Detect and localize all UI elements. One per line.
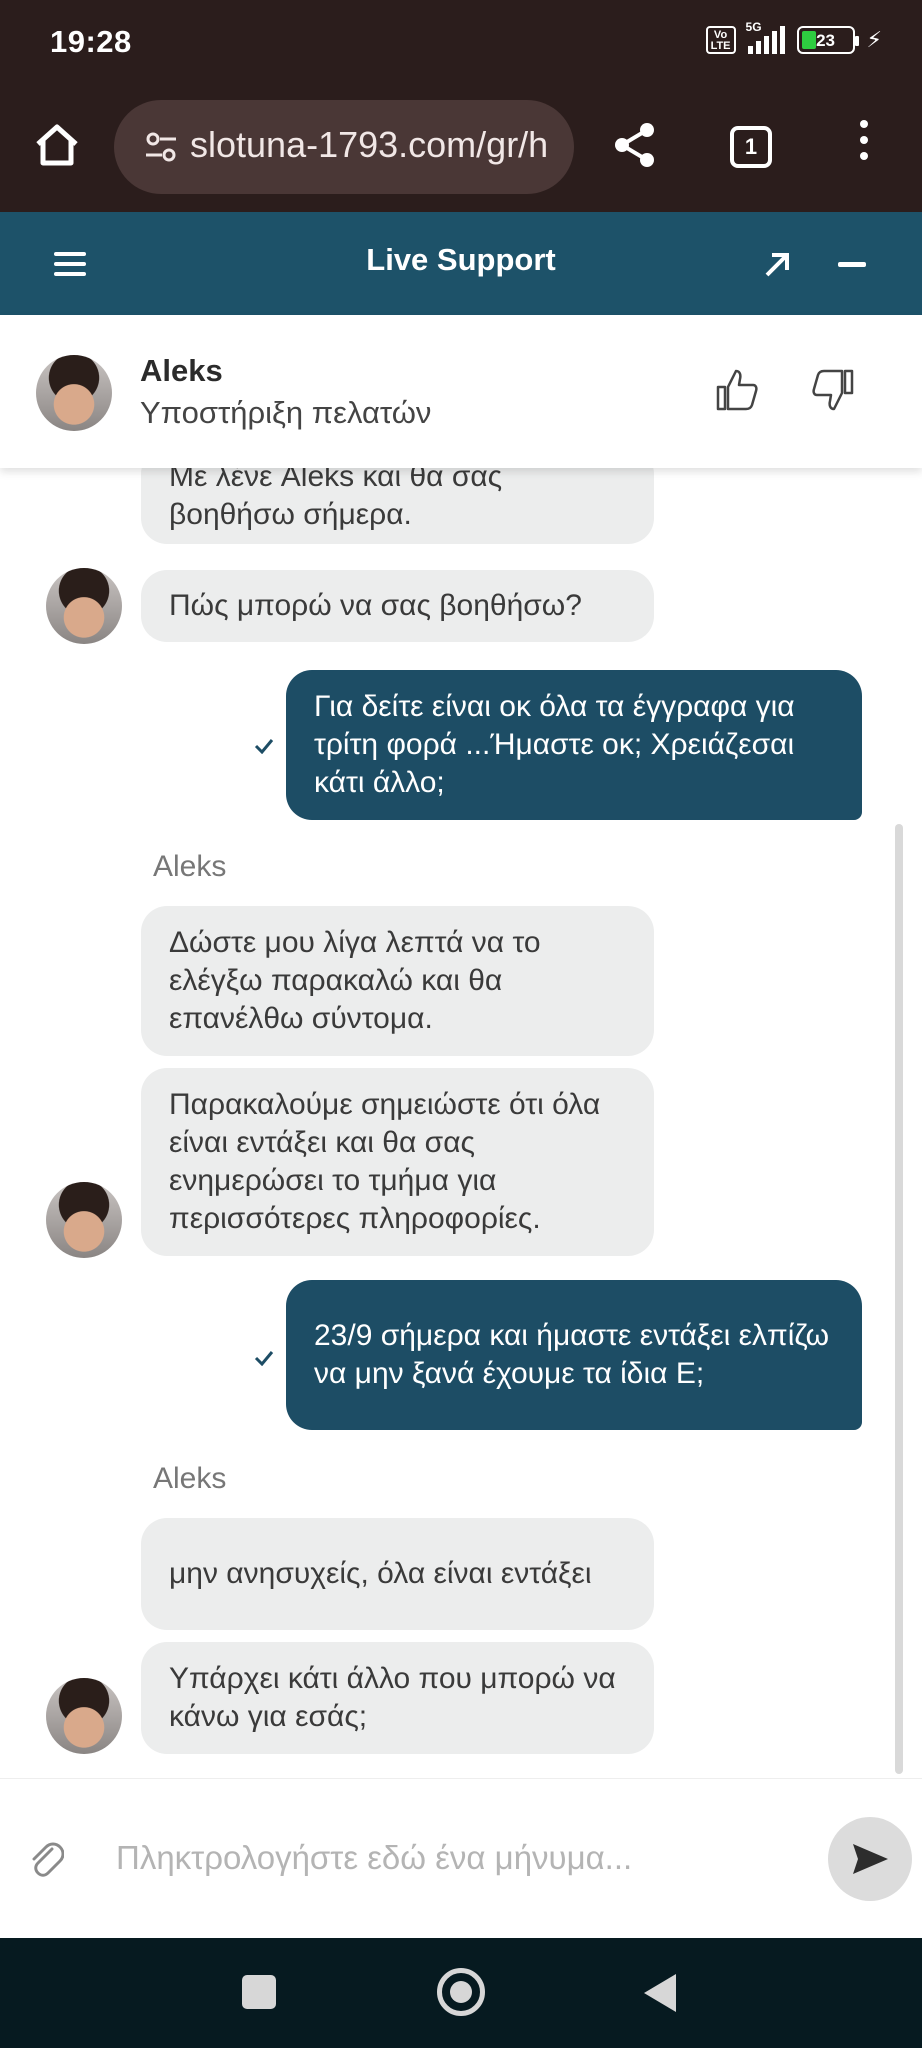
thumb-down-icon[interactable] [810, 367, 856, 413]
message-list[interactable]: Με λένε Aleks και θα σας βοηθήσω σήμερα.… [0, 468, 922, 1778]
agent-avatar [46, 1182, 122, 1258]
agent-info-bar: Aleks Υποστήριξη πελατών [0, 315, 922, 468]
expand-icon[interactable] [760, 248, 794, 282]
agent-message: μην ανησυχείς, όλα είναι εντάξει [141, 1518, 654, 1630]
sender-name: Aleks [153, 850, 227, 883]
recents-icon[interactable] [242, 1975, 276, 2009]
tune-icon[interactable] [144, 130, 178, 164]
signal-icon: 5G [746, 20, 785, 54]
minimize-icon[interactable] [838, 262, 866, 267]
agent-message: Παρακαλούμε σημειώστε ότι όλα είναι εντά… [141, 1068, 654, 1256]
home-icon[interactable] [30, 118, 84, 172]
status-time: 19:28 [50, 24, 132, 59]
user-message: Για δείτε είναι οκ όλα τα έγγραφα για τρ… [286, 670, 862, 820]
chat-header: Live Support [0, 212, 922, 315]
attach-icon[interactable] [28, 1839, 64, 1879]
check-icon [254, 739, 274, 754]
sender-name: Aleks [153, 1462, 227, 1495]
share-icon[interactable] [608, 118, 662, 172]
url-bar[interactable]: slotuna-1793.com/gr/h [114, 100, 574, 194]
agent-message: Υπάρχει κάτι άλλο που μπορώ να κάνω για … [141, 1642, 654, 1754]
message-input[interactable]: Πληκτρολογήστε εδώ ένα μήνυμα... [116, 1839, 632, 1877]
send-icon [853, 1844, 888, 1874]
charging-icon: ⚡ [866, 27, 882, 52]
agent-message: Δώστε μου λίγα λεπτά να το ελέγξω παρακα… [141, 906, 654, 1056]
browser-toolbar: slotuna-1793.com/gr/h 1 [0, 86, 922, 212]
url-text: slotuna-1793.com/gr/h [190, 124, 549, 165]
battery-icon: 23 [796, 26, 859, 54]
home-nav-icon[interactable] [437, 1968, 485, 2016]
battery-level: 23 [816, 31, 835, 50]
agent-role: Υποστήριξη πελατών [140, 395, 432, 430]
agent-message: Με λένε Aleks και θα σας βοηθήσω σήμερα. [141, 468, 654, 544]
agent-avatar [46, 568, 122, 644]
status-bar: 19:28 Vo LTE 5G 23 ⚡ [0, 0, 922, 86]
scrollbar[interactable] [895, 824, 903, 1774]
agent-avatar [46, 1678, 122, 1754]
status-icons: Vo LTE 5G 23 ⚡ [705, 20, 882, 54]
check-icon [254, 1351, 274, 1366]
back-icon[interactable] [644, 1974, 676, 2012]
agent-avatar [36, 355, 112, 431]
more-vert-icon[interactable] [852, 120, 876, 170]
send-button[interactable] [828, 1817, 912, 1901]
thumb-up-icon[interactable] [714, 367, 760, 413]
system-nav-bar [0, 1938, 922, 2048]
agent-name: Aleks [140, 353, 223, 388]
agent-message: Πώς μπορώ να σας βοηθήσω? [141, 570, 654, 642]
user-message: 23/9 σήμερα και ήμαστε εντάξει ελπίζω να… [286, 1280, 862, 1430]
tabs-icon[interactable]: 1 [730, 126, 772, 168]
volte-icon: Vo LTE [705, 26, 736, 54]
message-input-bar: Πληκτρολογήστε εδώ ένα μήνυμα... [0, 1778, 922, 1938]
